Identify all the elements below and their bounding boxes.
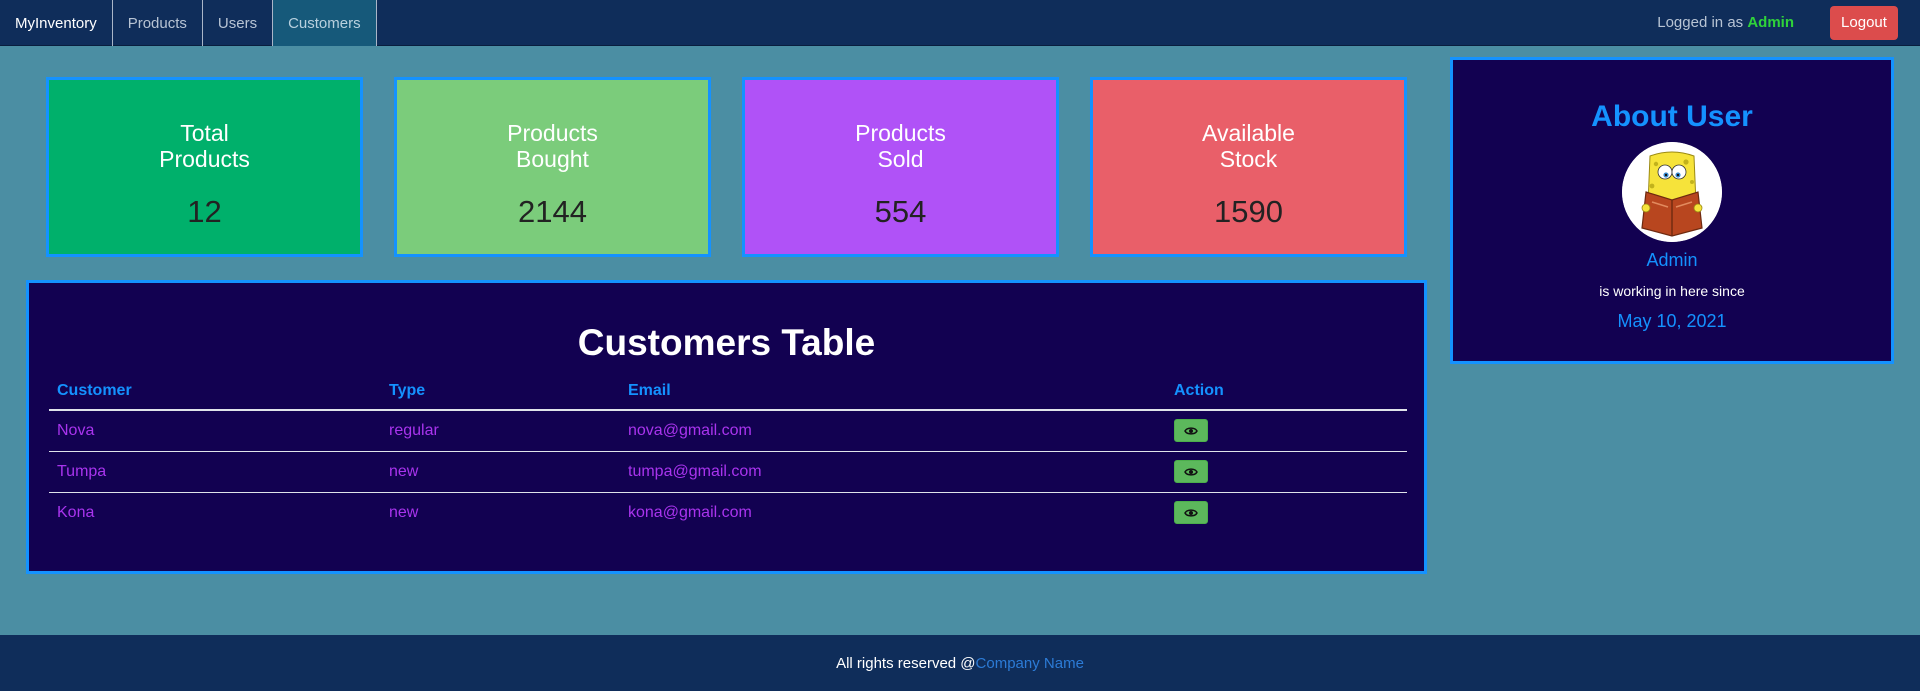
stat-card-title: Products Sold [855, 120, 946, 172]
cell-type: new [381, 451, 620, 493]
table-header-row: Customer Type Email Action [49, 372, 1407, 411]
stat-card-value: 1590 [1214, 194, 1283, 229]
cell-email: nova@gmail.com [620, 410, 1166, 452]
logout-button[interactable]: Logout [1830, 5, 1898, 40]
stat-card-value: 2144 [518, 194, 587, 229]
column-header-type: Type [381, 372, 620, 411]
about-user-panel: About User Admin is working in here sinc… [1450, 57, 1894, 364]
about-user-name: Admin [1646, 250, 1698, 270]
stat-card-products-sold: Products Sold 554 [742, 77, 1059, 257]
nav-customers[interactable]: Customers [273, 0, 377, 46]
logged-in-user: Admin [1747, 14, 1794, 31]
top-navbar: MyInventory Products Users Customers Log… [0, 0, 1920, 46]
about-user-text: is working in here since [1599, 283, 1745, 299]
footer: All rights reserved @ Company Name [0, 635, 1920, 691]
table-row: Tumpa new tumpa@gmail.com [49, 451, 1407, 493]
customers-table-panel: Customers Table Customer Type Email Acti… [26, 280, 1427, 574]
eye-icon [1184, 427, 1198, 435]
stat-card-products-bought: Products Bought 2144 [394, 77, 711, 257]
cell-action [1166, 451, 1407, 493]
cell-type: regular [381, 410, 620, 452]
stat-card-title: Available Stock [1202, 120, 1295, 172]
eye-icon [1184, 509, 1198, 517]
column-header-customer: Customer [49, 372, 381, 411]
cell-customer: Kona [57, 503, 95, 521]
customers-table: Customer Type Email Action Nova regular … [49, 372, 1407, 533]
cell-customer: Nova [49, 410, 381, 452]
logged-in-status: Logged in as Admin [1657, 14, 1794, 31]
stat-card-value: 554 [874, 194, 927, 229]
nav-products[interactable]: Products [113, 0, 203, 46]
cell-email: kona@gmail.com [628, 503, 752, 521]
view-button[interactable] [1174, 419, 1208, 443]
stat-card-total-products: Total Products 12 [46, 77, 363, 257]
brand-logo[interactable]: MyInventory [0, 0, 113, 46]
nav-users[interactable]: Users [203, 0, 274, 46]
cell-type: new [389, 503, 419, 521]
eye-icon [1184, 467, 1198, 476]
stat-card-value: 12 [187, 194, 222, 229]
table-row: Kona new kona@gmail.com [49, 492, 1407, 533]
avatar [1622, 142, 1722, 242]
table-row: Nova regular nova@gmail.com [49, 410, 1407, 452]
footer-company-link[interactable]: Company Name [976, 655, 1084, 672]
cell-email: tumpa@gmail.com [620, 451, 1166, 493]
cell-action [1166, 492, 1407, 533]
cell-customer: Tumpa [49, 451, 381, 493]
about-user-title: About User [1591, 100, 1753, 133]
stat-card-title: Total Products [159, 120, 250, 172]
column-header-action: Action [1166, 372, 1407, 411]
view-button[interactable] [1174, 460, 1208, 483]
avatar-cartoon-icon [1622, 142, 1722, 242]
stat-card-title: Products Bought [507, 120, 598, 172]
view-button[interactable] [1174, 501, 1208, 525]
column-header-email: Email [620, 372, 1166, 411]
footer-rights: All rights reserved @ [836, 654, 976, 672]
navbar-right: Logged in as Admin Logout [1657, 0, 1920, 45]
customers-table-title: Customers Table [577, 322, 876, 363]
logged-in-prefix: Logged in as [1657, 14, 1748, 31]
about-user-date: May 10, 2021 [1617, 311, 1727, 331]
cell-action [1166, 410, 1407, 452]
stat-card-available-stock: Available Stock 1590 [1090, 77, 1407, 257]
